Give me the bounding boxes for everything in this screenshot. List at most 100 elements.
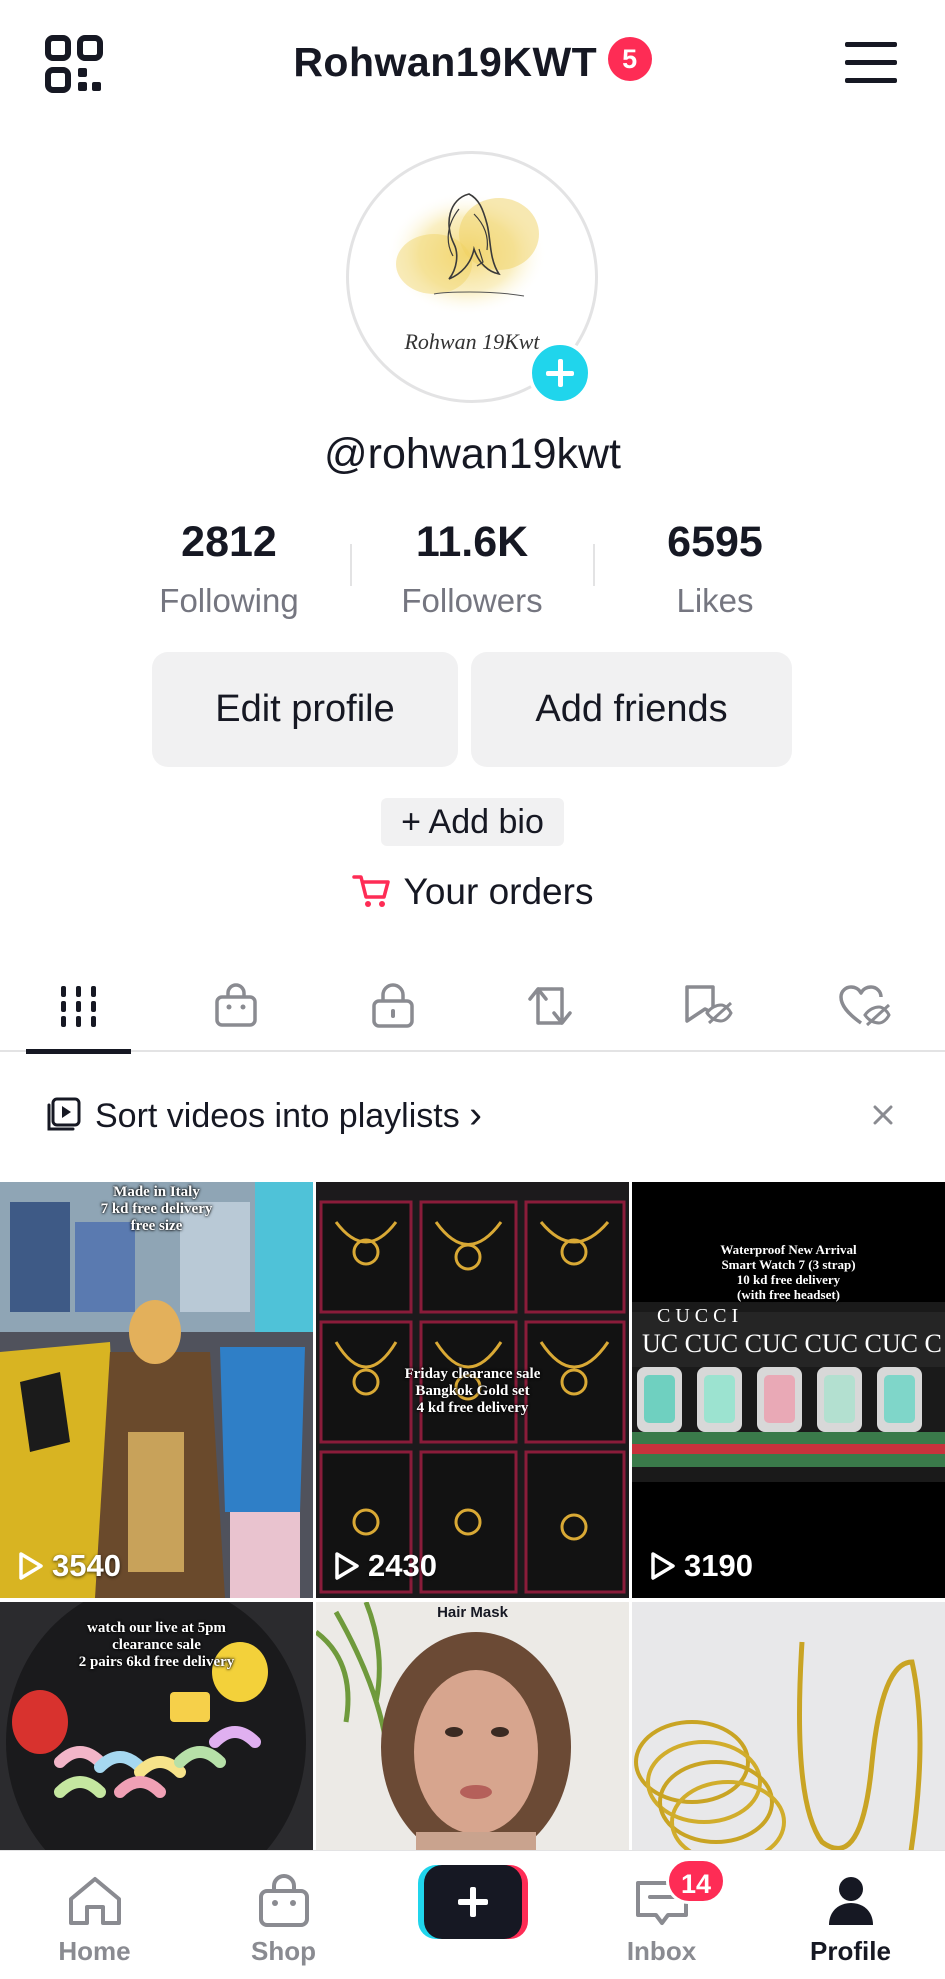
nav-shop[interactable]: Shop <box>189 1851 378 1979</box>
stat-label: Followers <box>401 582 543 619</box>
video-caption-line: 2 pairs 6kd free delivery <box>78 1654 235 1670</box>
stat-followers[interactable]: 11.6K Followers <box>352 510 592 626</box>
close-icon[interactable] <box>865 1097 901 1133</box>
stat-following[interactable]: 2812 Following <box>109 510 349 626</box>
stat-value: 11.6K <box>415 518 529 566</box>
video-thumbnail[interactable]: UC CUC CUC CUC CUC C C U C C I Waterproo… <box>632 1182 945 1598</box>
inbox-badge: 14 <box>666 1858 726 1904</box>
favorites-hidden-icon <box>684 985 733 1025</box>
content-tabs <box>0 960 945 1054</box>
home-icon <box>0 1871 189 1931</box>
edit-profile-button[interactable]: Edit profile <box>152 652 458 767</box>
svg-text:C U C C I: C U C C I <box>657 1305 738 1327</box>
nav-shop-label: Shop <box>251 1936 316 1966</box>
playlist-prompt[interactable]: Sort videos into playlists › <box>0 1085 945 1145</box>
nav-inbox[interactable]: Inbox <box>567 1851 756 1979</box>
video-thumbnail[interactable]: Friday clearance sale Bangkok Gold set 4 k… <box>316 1182 629 1598</box>
profile-stats: 2812 Following 11.6K Followers 6595 Like… <box>0 510 945 630</box>
video-caption-line: clearance sale <box>112 1637 201 1653</box>
hamburger-menu-icon[interactable] <box>843 38 899 88</box>
add-bio-button[interactable]: + Add bio <box>381 798 564 846</box>
tab-reposts[interactable] <box>471 960 628 1052</box>
nav-home[interactable]: Home <box>0 1851 189 1979</box>
video-caption: Waterproof New Arrival Smart Watch 7 (3 s… <box>632 1242 945 1302</box>
video-thumbnail-image <box>632 1602 945 1850</box>
bottom-navigation: Home Shop Inbox 14 Profile <box>0 1850 945 1979</box>
username-title-area[interactable]: Rohwan19KWT 5 <box>0 34 945 90</box>
tab-shop[interactable] <box>157 960 314 1052</box>
repost-icon <box>527 987 572 1025</box>
video-caption-line: free size <box>130 1218 183 1234</box>
nav-profile[interactable]: Profile <box>756 1851 945 1979</box>
inbox-icon <box>567 1871 756 1931</box>
video-caption-line: 10 kd free delivery <box>736 1272 841 1287</box>
stat-value: 6595 <box>667 518 763 566</box>
video-thumbnail[interactable]: Made in Italy 7 kd free delivery free size… <box>0 1182 313 1598</box>
video-thumbnail[interactable]: watch our live at 5pm clearance sale 2 pai… <box>0 1602 313 1850</box>
video-caption: Friday clearance sale Bangkok Gold set 4 k… <box>316 1366 629 1417</box>
shop-icon <box>189 1871 378 1931</box>
svg-text:UC CUC CUC CUC CUC C: UC CUC CUC CUC CUC C <box>642 1329 942 1358</box>
view-count-value: 2430 <box>368 1548 437 1583</box>
top-bar: Rohwan19KWT 5 <box>0 0 945 120</box>
shop-bag-icon <box>214 983 257 1027</box>
view-count-value: 3540 <box>52 1548 121 1583</box>
profile-icon <box>756 1871 945 1931</box>
playlist-prompt-text[interactable]: Sort videos into playlists › <box>95 1085 482 1146</box>
username-title[interactable]: Rohwan19KWT <box>293 34 597 90</box>
stat-label: Likes <box>676 582 754 619</box>
nav-profile-label: Profile <box>810 1936 891 1966</box>
your-orders-label: Your orders <box>403 871 594 912</box>
video-thumbnail-image <box>0 1182 313 1598</box>
svg-text:Rohwan 19Kwt: Rohwan 19Kwt <box>403 329 540 354</box>
tab-favorites[interactable] <box>628 960 785 1052</box>
tab-liked[interactable] <box>785 960 942 1052</box>
notification-badge: 5 <box>607 37 652 81</box>
video-grid: Made in Italy 7 kd free delivery free size… <box>0 1182 945 1850</box>
your-orders-link[interactable]: Your orders <box>0 864 945 920</box>
video-caption: Hair Mask <box>437 1604 508 1621</box>
video-caption-line: Waterproof New Arrival <box>720 1242 857 1257</box>
locked-icon <box>371 983 414 1028</box>
video-caption-line: Smart Watch 7 (3 strap) <box>721 1257 856 1272</box>
video-thumbnail-image <box>316 1602 629 1850</box>
plus-icon <box>418 1865 528 1939</box>
stat-label: Following <box>159 582 299 619</box>
liked-hidden-icon <box>838 985 891 1027</box>
play-icon <box>651 1552 675 1580</box>
active-tab-indicator <box>26 1049 131 1054</box>
tab-videos[interactable] <box>0 960 157 1054</box>
view-count: 2430 <box>334 1546 437 1586</box>
video-caption-line: Bangkok Gold set <box>415 1383 530 1399</box>
add-friends-button[interactable]: Add friends <box>471 652 792 767</box>
play-icon <box>335 1552 359 1580</box>
view-count: 3540 <box>18 1546 121 1586</box>
video-caption-line: 4 kd free delivery <box>416 1400 529 1416</box>
video-caption-line: 7 kd free delivery <box>100 1201 213 1217</box>
stat-value: 2812 <box>181 518 277 566</box>
playlist-prompt-label: Sort videos into playlists <box>95 1097 460 1135</box>
play-icon <box>19 1552 43 1580</box>
videos-grid-icon <box>60 986 96 1027</box>
view-count-value: 3190 <box>684 1548 753 1583</box>
create-post-button[interactable] <box>418 1865 528 1939</box>
stat-likes[interactable]: 6595 Likes <box>595 510 835 626</box>
nav-home-label: Home <box>58 1936 131 1966</box>
video-caption-line: Friday clearance sale <box>404 1366 541 1382</box>
video-caption-line: Made in Italy <box>113 1184 200 1200</box>
nav-inbox-label: Inbox <box>626 1936 697 1966</box>
cart-icon <box>351 875 390 908</box>
chevron-right-icon: › <box>469 1094 482 1136</box>
video-thumbnail[interactable] <box>632 1602 945 1850</box>
playlist-icon <box>47 1097 81 1131</box>
video-caption: Made in Italy 7 kd free delivery free size <box>0 1184 313 1235</box>
view-count: 3190 <box>650 1546 753 1586</box>
video-caption-line: (with free headset) <box>736 1287 840 1302</box>
video-caption-line: watch our live at 5pm <box>87 1620 226 1636</box>
tab-private[interactable] <box>314 960 471 1052</box>
your-orders-row[interactable]: Your orders <box>351 864 594 920</box>
add-avatar-button[interactable] <box>528 341 592 405</box>
profile-handle: @rohwan19kwt <box>323 430 621 478</box>
video-thumbnail[interactable]: Hair Mask <box>316 1602 629 1850</box>
video-caption: watch our live at 5pm clearance sale 2 pai… <box>0 1620 313 1671</box>
